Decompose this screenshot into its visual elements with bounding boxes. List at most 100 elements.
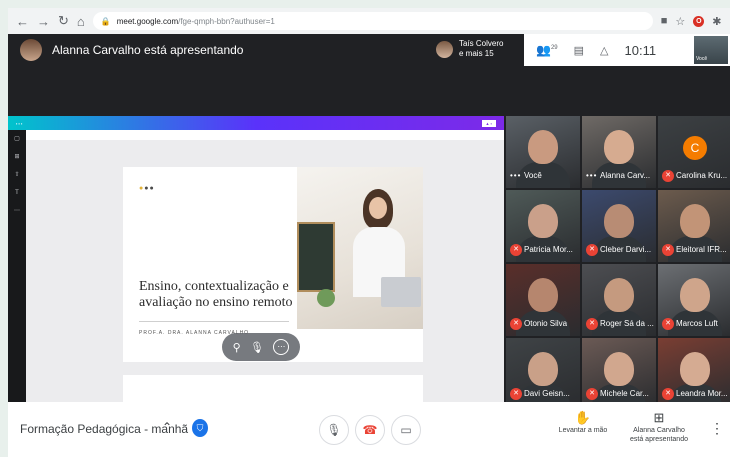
camera-icon: ▭: [400, 423, 412, 437]
slide-decoration-dots: ●●●: [139, 185, 155, 192]
home-icon[interactable]: ⌂: [77, 14, 85, 29]
participant-tile[interactable]: ✕ Davi Geisn...: [506, 338, 580, 406]
extensions-puzzle-icon[interactable]: ✱: [712, 15, 721, 28]
raise-hand-icon: ✋: [574, 410, 592, 425]
people-button[interactable]: 👥29: [536, 43, 558, 57]
participant-face: [680, 204, 710, 238]
participant-count: 29: [550, 45, 558, 51]
canva-elements-icon: ⊞: [14, 154, 20, 160]
audio-level-icon: •••: [510, 171, 522, 180]
people-chip-line2: e mais 15: [459, 49, 494, 58]
participant-name: Otonio Silva: [524, 319, 568, 328]
raise-hand-button[interactable]: ✋ Levantar a mão: [548, 410, 618, 435]
participant-tile[interactable]: ✕ Eleitoral IFR...: [658, 190, 730, 262]
people-chip[interactable]: Taís Colvero e mais 15: [436, 39, 503, 59]
participant-tile[interactable]: ✕ Leandra Mor...: [658, 338, 730, 406]
opera-extension-icon[interactable]: O: [693, 15, 705, 27]
participant-name: Alanna Carv...: [600, 171, 651, 180]
slide-photo: [297, 167, 423, 329]
camera-indicator-icon[interactable]: ■: [661, 15, 668, 27]
camera-button[interactable]: ▭: [391, 415, 421, 445]
participant-grid: ••• Você ••• Alanna Carv... C ✕ Carolina Kru..…: [506, 116, 730, 406]
participant-face: [604, 204, 634, 238]
bookmark-star-icon[interactable]: ☆: [675, 15, 685, 28]
activities-icon[interactable]: △: [600, 44, 608, 57]
participant-face: [604, 278, 634, 312]
participant-name: Eleitoral IFR...: [676, 245, 727, 254]
presenter-avatar: [20, 39, 42, 61]
browser-extension-icons: ■ ☆ O ✱ ⋮: [661, 14, 730, 28]
participant-face: [680, 278, 710, 312]
presenter-bar: Alanna Carvalho está apresentando Taís C…: [8, 34, 730, 66]
muted-mic-icon: ✕: [662, 318, 674, 330]
participant-name: Roger Sá da ...: [600, 319, 654, 328]
participant-name: Davi Geisn...: [524, 389, 570, 398]
address-bar[interactable]: 🔒 meet.google.com/fge-qmph-bbn?authuser=…: [92, 12, 653, 30]
back-icon[interactable]: ←: [16, 14, 29, 29]
participant-tile[interactable]: ✕ Cleber Darvi...: [582, 190, 656, 262]
canva-home-link: ▪ ▪ ▪: [16, 120, 23, 126]
muted-mic-icon: ✕: [586, 388, 598, 400]
participant-face: [528, 352, 558, 386]
participant-tile[interactable]: ✕ Roger Sá da ...: [582, 264, 656, 336]
url-host: meet.google.com: [116, 16, 179, 26]
presenter-text: Alanna Carvalho está apresentando: [52, 43, 244, 57]
canva-templates-icon: ▢: [14, 136, 20, 142]
present-now-button[interactable]: ⊞ Alanna Carvalho está apresentando: [624, 410, 694, 444]
muted-mic-icon: ✕: [586, 318, 598, 330]
presenting-label-2: está apresentando: [630, 436, 688, 443]
tile-floating-controls: ⚲ 🎙 ⋯: [222, 333, 300, 361]
self-view-label: Você: [696, 56, 708, 62]
audio-level-icon: •••: [586, 171, 598, 180]
muted-mic-icon: ✕: [662, 170, 674, 182]
muted-mic-icon: ✕: [510, 244, 522, 256]
slide-headline: Ensino, contextualização e avaliação no …: [139, 279, 293, 310]
participant-face: [528, 130, 558, 164]
browser-toolbar: ← → ↻ ⌂ 🔒 meet.google.com/fge-qmph-bbn?a…: [8, 8, 730, 34]
forward-icon[interactable]: →: [37, 14, 50, 29]
participant-face: [528, 278, 558, 312]
muted-mic-icon: ✕: [510, 318, 522, 330]
participant-tile[interactable]: C ✕ Carolina Kru...: [658, 116, 730, 188]
muted-mic-icon: ✕: [662, 244, 674, 256]
participant-name: Patricia Mor...: [524, 245, 573, 254]
meeting-details-chevron-icon[interactable]: ⌃: [162, 420, 172, 434]
more-options-menu-icon[interactable]: ⋮: [710, 420, 724, 437]
canva-share-button: ▲ ▪: [481, 119, 496, 127]
participant-face: [604, 352, 634, 386]
clock: 10:11: [624, 42, 657, 58]
canva-top-bar: ▪ ▪ ▪ ▲ ▪: [8, 116, 504, 130]
participant-tile[interactable]: ✕ Patricia Mor...: [506, 190, 580, 262]
participant-tile[interactable]: ••• Alanna Carv...: [582, 116, 656, 188]
phone-hangup-icon: ☎: [362, 423, 378, 437]
canva-secondary-toolbar: [26, 130, 504, 140]
more-options-icon[interactable]: ⋯: [273, 339, 290, 355]
mute-participant-icon[interactable]: 🎙: [250, 341, 264, 354]
participant-name: Você: [524, 171, 542, 180]
participant-name: Leandra Mor...: [676, 389, 728, 398]
present-icon: ⊞: [653, 410, 665, 425]
next-slide-page: [123, 375, 423, 402]
participant-tile[interactable]: ✕ Otonio Silva: [506, 264, 580, 336]
self-view-tile[interactable]: Você: [694, 36, 728, 64]
participant-tile[interactable]: ••• Você: [506, 116, 580, 188]
meeting-controls-bar: Formação Pedagógica - manhã ⌃ ⛉ 🎙 ☎ ▭ ✋ …: [8, 402, 730, 457]
microphone-button[interactable]: 🎙: [319, 415, 349, 445]
canva-sidebar: ▢ ⊞ ⇧ T ⋯: [8, 130, 26, 402]
reload-icon[interactable]: ↻: [58, 13, 69, 29]
host-controls-shield-icon[interactable]: ⛉: [192, 419, 208, 437]
participant-name: Michele Car...: [600, 389, 649, 398]
participant-name: Carolina Kru...: [676, 171, 728, 180]
hang-up-button[interactable]: ☎: [355, 415, 385, 445]
participant-tile[interactable]: ✕ Marcos Luft: [658, 264, 730, 336]
muted-mic-icon: ✕: [662, 388, 674, 400]
url-path: /fge-qmph-bbn?authuser=1: [178, 16, 275, 26]
participant-name: Marcos Luft: [676, 319, 718, 328]
presentation-area: ▪ ▪ ▪ ▲ ▪ ▢ ⊞ ⇧ T ⋯ ●●● Ensino, contextu…: [8, 116, 504, 402]
participant-face: [604, 130, 634, 164]
raise-hand-label: Levantar a mão: [558, 427, 608, 434]
participant-tile[interactable]: ✕ Michele Car...: [582, 338, 656, 406]
pin-icon[interactable]: ⚲: [233, 341, 241, 354]
chat-icon[interactable]: ▤: [574, 44, 584, 57]
people-chip-line1: Taís Colvero: [459, 39, 504, 48]
